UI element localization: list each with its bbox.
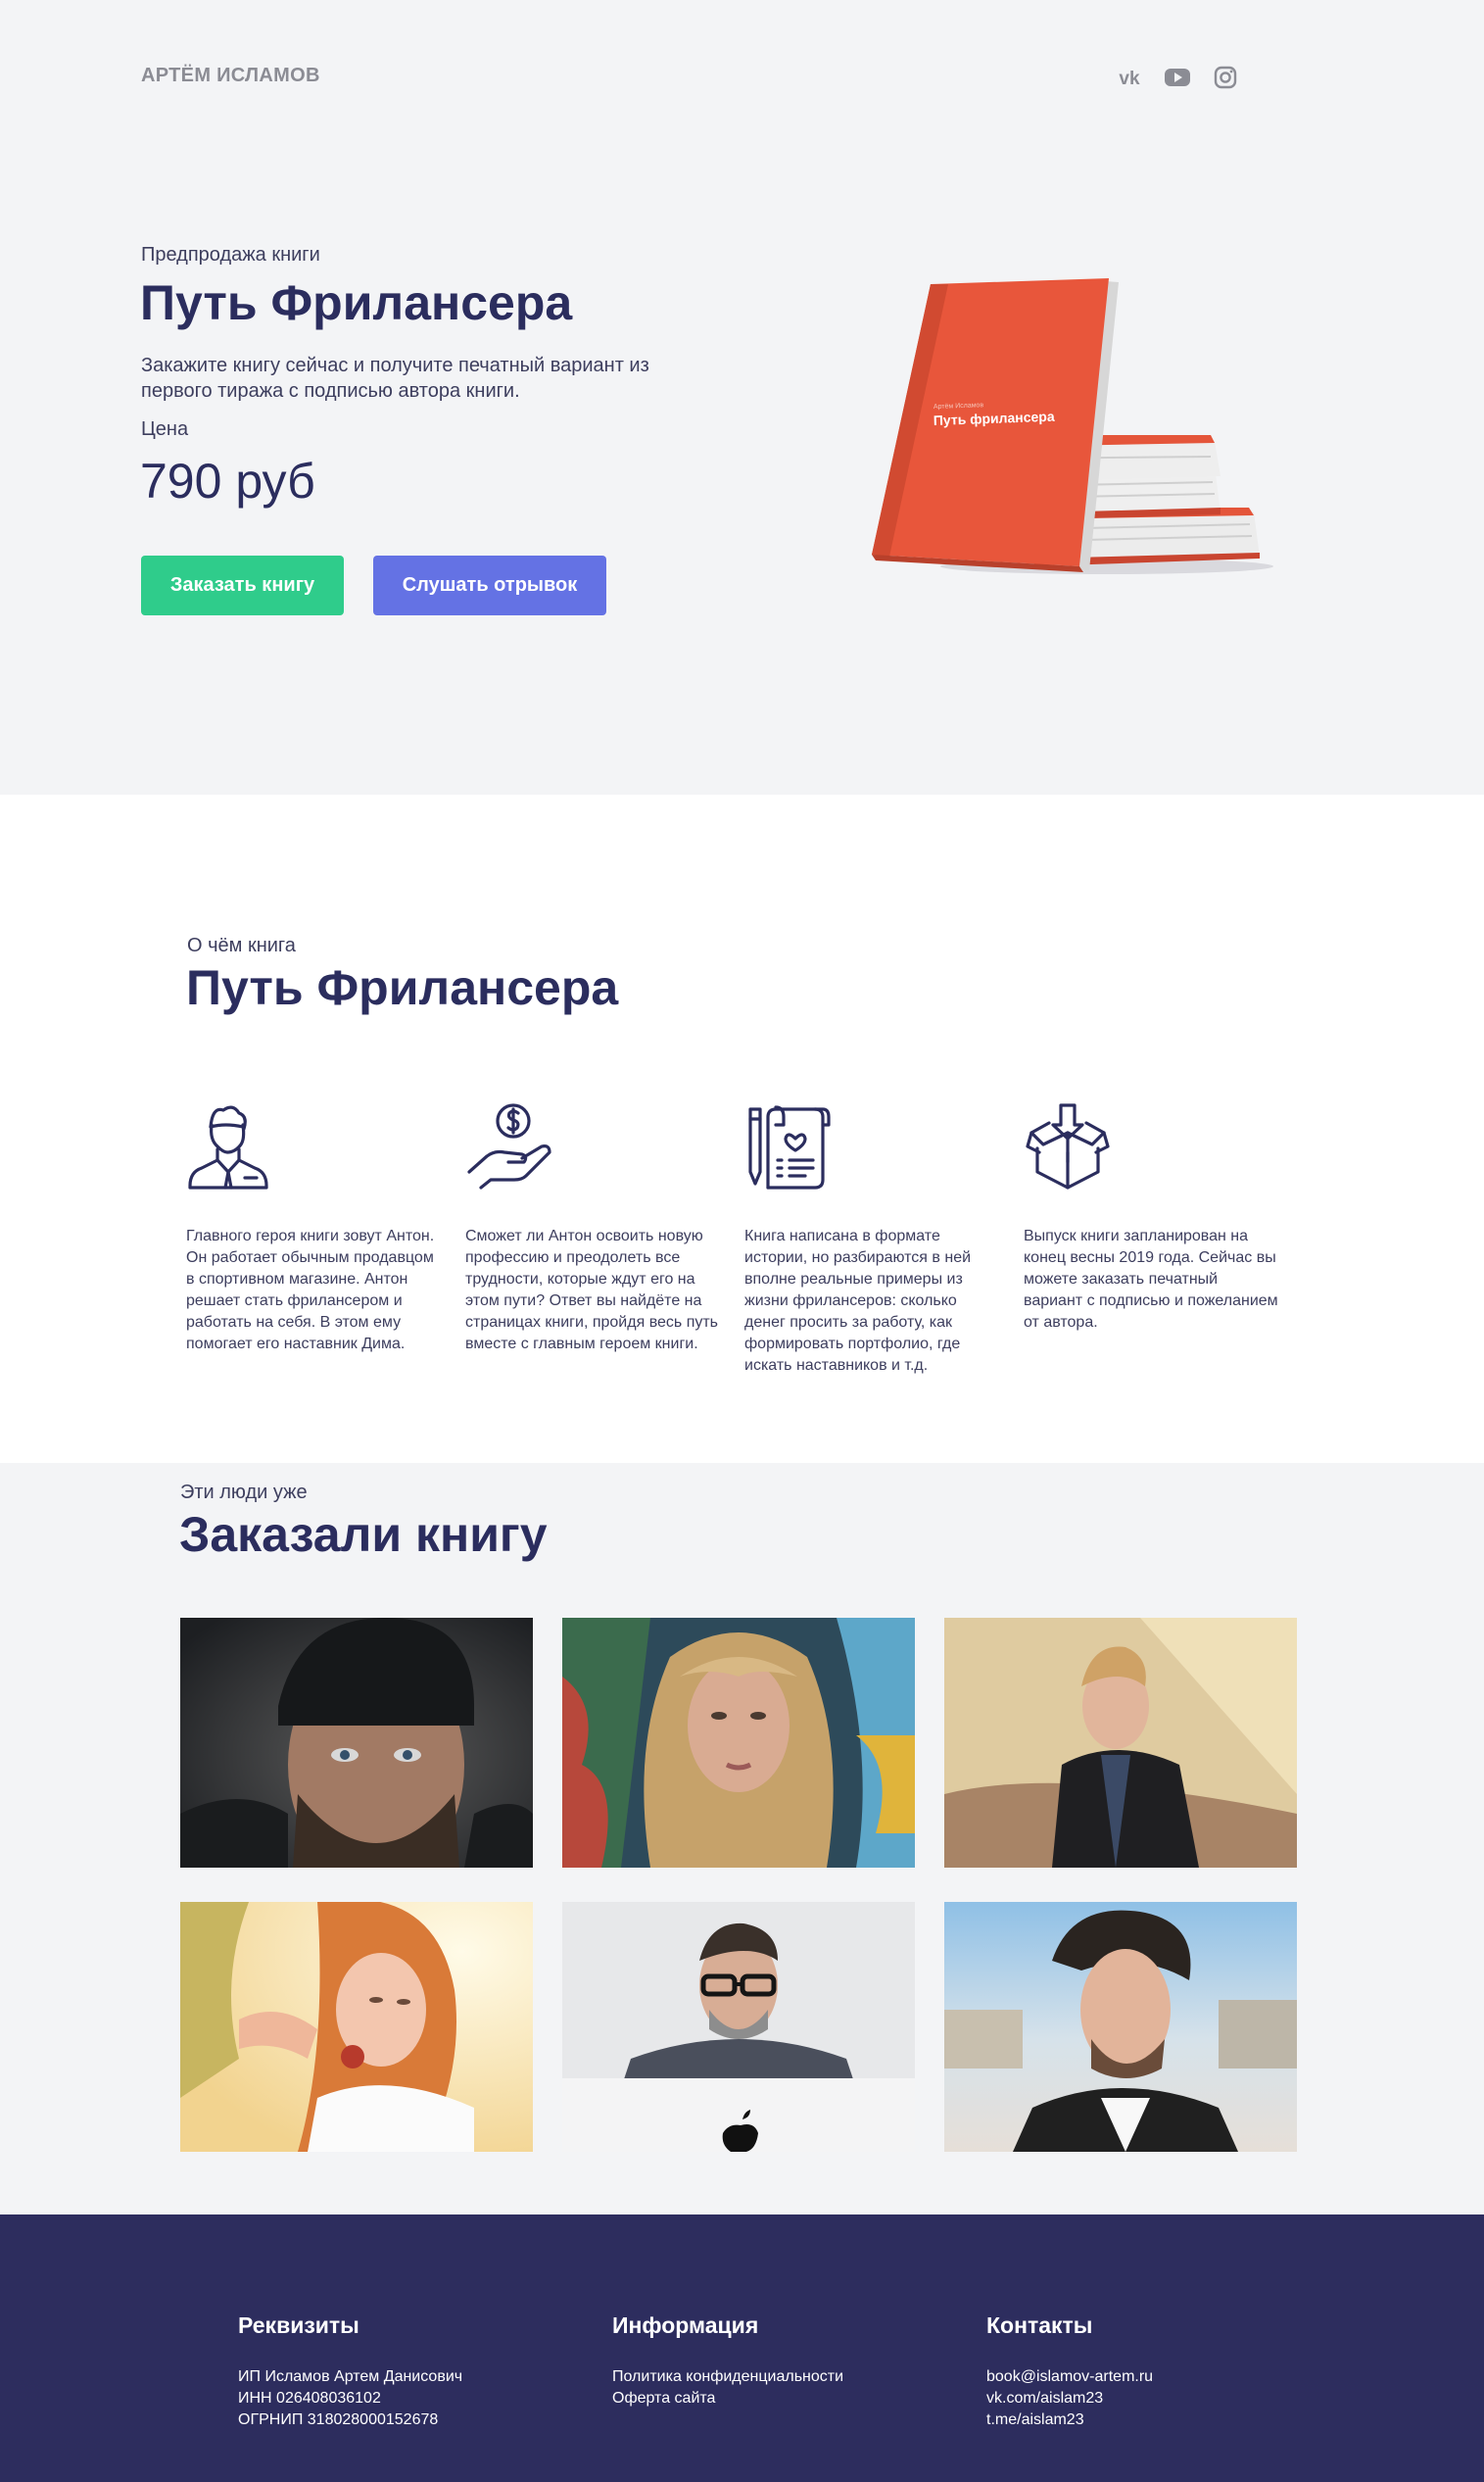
footer-text: ИНН 026408036102 [238,2390,381,2407]
hero-section: АРТЁМ ИСЛАМОВ vk Предпродажа книги Путь … [0,0,1484,795]
footer: Реквизиты ИП Исламов Артем Данисович ИНН… [0,2214,1484,2482]
footer-column-title: Контакты [986,2312,1093,2338]
customer-photo [562,1618,915,1868]
offer-link[interactable]: Оферта сайта [612,2388,945,2409]
vk-icon[interactable]: vk [1115,63,1144,92]
customer-photo [562,1902,915,2152]
feature-item: Главного героя книги зовут Антон. Он раб… [186,1103,443,1352]
feature-text: Главного героя книги зовут Антон. Он раб… [186,1228,435,1352]
social-links: vk [1115,63,1240,92]
price-label: Цена [141,418,189,440]
customers-pretitle: Эти люди уже [180,1482,308,1503]
about-section: О чём книга Путь Фрилансера Главного гер… [0,795,1484,1463]
feature-text: Сможет ли Антон освоить новую профессию … [465,1228,719,1352]
order-book-button[interactable]: Заказать книгу [141,556,344,615]
feature-item: Книга написана в формате истории, но раз… [744,1103,1001,1374]
customers-title: Заказали книгу [179,1507,548,1562]
footer-text: ИП Исламов Артем Данисович [238,2368,463,2385]
customer-photo [944,1618,1297,1868]
privacy-policy-link[interactable]: Политика конфиденциальности [612,2366,945,2388]
vk-link[interactable]: vk.com/aislam23 [986,2388,1319,2409]
businessman-icon [188,1105,268,1190]
footer-column-requisites: Реквизиты ИП Исламов Артем Данисович ИНН… [238,2312,571,2431]
book-cover: Артём Исламов Путь фрилансера [872,276,1119,572]
customer-photo [944,1902,1297,2152]
feature-item: Сможет ли Антон освоить новую профессию … [465,1103,722,1352]
telegram-link[interactable]: t.me/aislam23 [986,2409,1319,2431]
hero-title: Путь Фрилансера [140,275,573,330]
customer-photo [180,1618,533,1868]
hero-description: Закажите книгу сейчас и получите печатны… [141,355,649,402]
youtube-icon[interactable] [1163,63,1192,92]
site-logo[interactable]: АРТЁМ ИСЛАМОВ [141,65,320,87]
feature-text: Выпуск книги запланирован на конец весны… [1024,1228,1278,1331]
instagram-icon[interactable] [1211,63,1240,92]
email-link[interactable]: book@islamov-artem.ru [986,2366,1319,2388]
footer-column-title: Реквизиты [238,2312,359,2338]
book-image: Артём Исламов Путь фрилансера [872,276,1273,574]
about-pretitle: О чём книга [187,935,296,956]
customers-section: Эти люди уже Заказали книгу [0,1463,1484,2214]
footer-column-title: Информация [612,2312,759,2338]
about-title: Путь Фрилансера [186,960,619,1015]
footer-column-information: Информация Политика конфиденциальности О… [612,2312,945,2409]
hand-coin-icon [467,1103,551,1190]
svg-text:vk: vk [1119,69,1140,89]
box-download-icon [1026,1103,1110,1190]
price-value: 790 руб [140,454,315,509]
footer-text: ОГРНИП 318028000152678 [238,2411,439,2428]
feature-text: Книга написана в формате истории, но раз… [744,1228,972,1374]
feature-item: Выпуск книги запланирован на конец весны… [1024,1103,1280,1331]
listen-excerpt-button[interactable]: Слушать отрывок [373,556,606,615]
footer-column-contacts: Контакты book@islamov-artem.ru vk.com/ai… [986,2312,1319,2431]
hero-pretitle: Предпродажа книги [141,244,320,266]
customer-photo [180,1902,533,2152]
scroll-pen-icon [748,1105,831,1190]
